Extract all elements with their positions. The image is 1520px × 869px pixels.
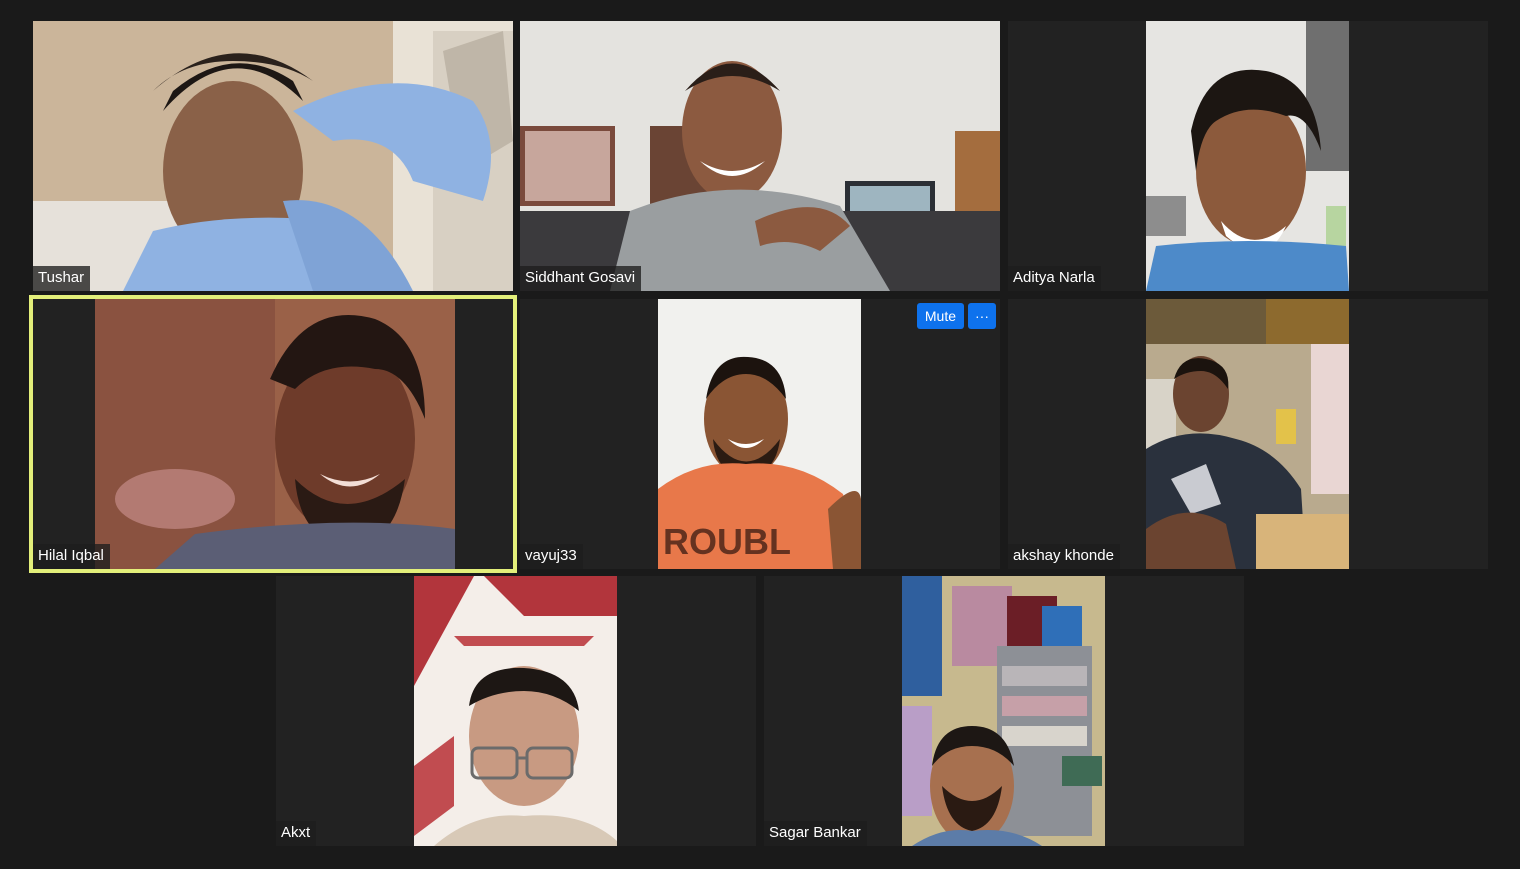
participant-tile[interactable]: Akxt — [276, 576, 756, 846]
participant-name: akshay khonde — [1008, 544, 1120, 569]
participant-name: Aditya Narla — [1008, 266, 1101, 291]
participant-tile[interactable]: akshay khonde — [1008, 299, 1488, 569]
participant-name: Hilal Iqbal — [33, 544, 110, 569]
svg-text:ROUBL: ROUBL — [663, 521, 791, 562]
participant-tile-active-speaker[interactable]: Hilal Iqbal — [29, 295, 517, 573]
participant-video — [1146, 21, 1349, 291]
participant-name: vayuj33 — [520, 544, 583, 569]
participant-tile[interactable]: Aditya Narla — [1008, 21, 1488, 291]
participant-name: Akxt — [276, 821, 317, 846]
participant-video — [520, 21, 1000, 291]
participant-name: Tushar — [33, 266, 91, 291]
participant-tile[interactable]: ROUBL Mute ··· vayuj33 — [520, 299, 1000, 569]
participant-tile[interactable]: Tushar — [33, 21, 513, 291]
participant-name: Sagar Bankar — [764, 821, 867, 846]
mute-button[interactable]: Mute — [916, 303, 964, 329]
participant-video — [1146, 299, 1349, 569]
participant-tile[interactable]: Siddhant Gosavi — [520, 21, 1000, 291]
participant-video — [33, 21, 513, 291]
participant-video — [414, 576, 617, 846]
participant-video: ROUBL — [658, 299, 861, 569]
participant-name: Siddhant Gosavi — [520, 266, 642, 291]
tile-hover-controls: Mute ··· — [916, 303, 996, 329]
video-gallery: Tushar Siddhant Gosavi Aditya Narla Hila… — [0, 0, 1520, 869]
participant-video — [902, 576, 1105, 846]
participant-video — [95, 299, 455, 569]
more-options-button[interactable]: ··· — [968, 303, 996, 329]
participant-tile[interactable]: Sagar Bankar — [764, 576, 1244, 846]
